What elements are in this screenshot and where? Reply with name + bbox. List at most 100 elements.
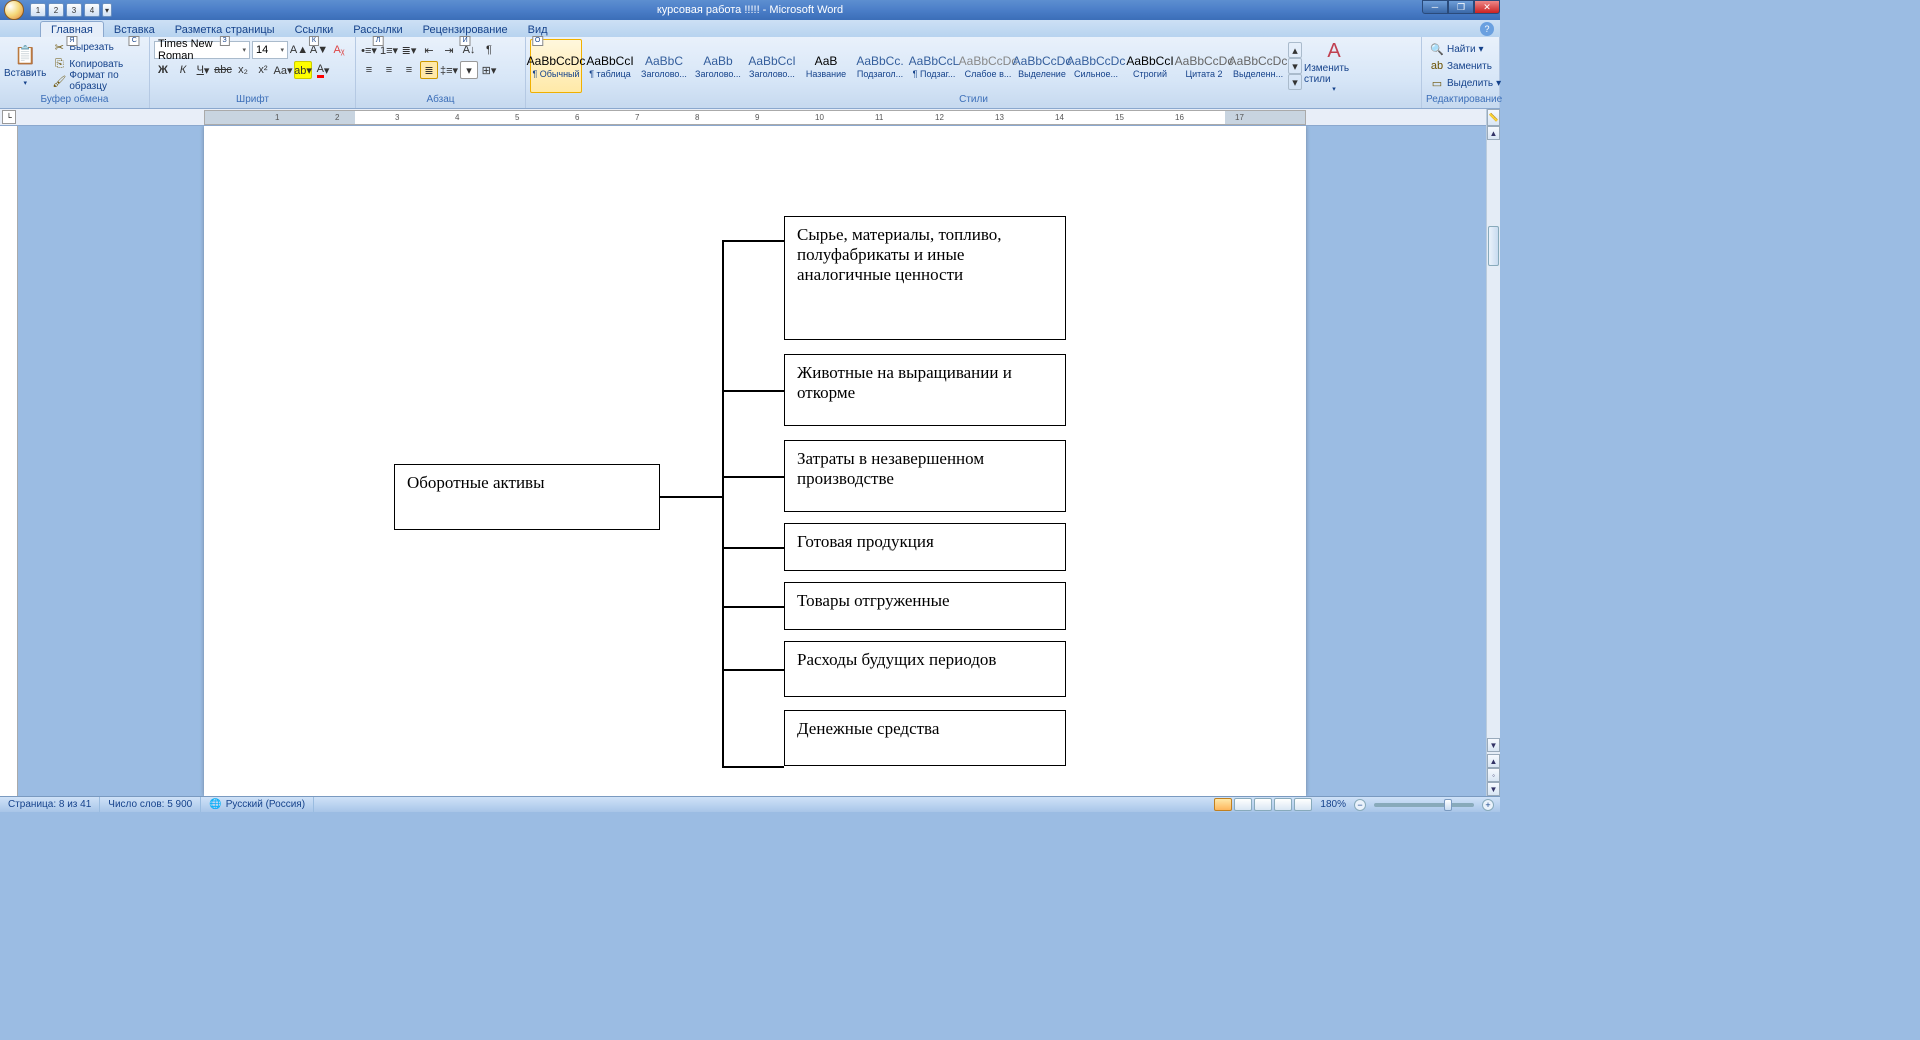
zoom-out-button[interactable]: − [1354, 799, 1366, 811]
tab-review[interactable]: РецензированиеИ [413, 22, 518, 37]
print-layout-view-button[interactable] [1214, 798, 1232, 811]
tab-references[interactable]: СсылкиК [285, 22, 344, 37]
font-size-combo[interactable]: 14▾ [252, 41, 288, 59]
strike-button[interactable]: abc [214, 61, 232, 79]
browse-object-button[interactable]: ◦ [1487, 768, 1500, 782]
find-button[interactable]: 🔍Найти▾ [1426, 41, 1488, 57]
superscript-button[interactable]: x² [254, 61, 272, 79]
highlight-button[interactable]: ab▾ [294, 61, 312, 79]
web-layout-view-button[interactable] [1254, 798, 1272, 811]
change-case-button[interactable]: Aa▾ [274, 61, 292, 79]
tab-mailings[interactable]: РассылкиЛ [343, 22, 412, 37]
tab-layout[interactable]: Разметка страницыЗ [165, 22, 285, 37]
bold-button[interactable]: Ж [154, 61, 172, 79]
align-right-button[interactable]: ≡ [400, 61, 418, 79]
align-left-button[interactable]: ≡ [360, 61, 378, 79]
style-item[interactable]: AaBbCcL¶ Подзаг... [908, 39, 960, 93]
page[interactable]: Оборотные активы Сырье, материалы, топли… [204, 126, 1306, 796]
qat-item[interactable]: 3 [66, 3, 82, 17]
style-item[interactable]: AaBbЗаголово... [692, 39, 744, 93]
clipboard-icon: 📋 [13, 44, 37, 68]
borders-button[interactable]: ⊞▾ [480, 61, 498, 79]
scroll-up-button[interactable]: ▲ [1487, 126, 1500, 140]
select-button[interactable]: ▭Выделить▾ [1426, 75, 1505, 91]
vertical-scrollbar[interactable]: 📏 ▲ ▼ ▲ ◦ ▼ [1486, 126, 1500, 796]
styles-scroll-up[interactable]: ▴ [1288, 42, 1302, 58]
change-styles-button[interactable]: AИзменить стили▾ [1304, 40, 1364, 92]
group-title: Буфер обмена [4, 93, 145, 106]
style-item[interactable]: AaBbCc.Подзагол... [854, 39, 906, 93]
qat-dropdown[interactable]: ▾ [102, 3, 112, 17]
style-item[interactable]: AaBbCcDc¶ Обычный [530, 39, 582, 93]
group-title: Редактирование [1426, 93, 1495, 106]
draft-view-button[interactable] [1294, 798, 1312, 811]
office-button[interactable] [4, 0, 24, 20]
next-page-button[interactable]: ▼ [1487, 782, 1500, 796]
qat-item[interactable]: 1 [30, 3, 46, 17]
style-item[interactable]: AaBbCcDcСлабое в... [962, 39, 1014, 93]
status-words[interactable]: Число слов: 5 900 [100, 797, 201, 812]
vertical-ruler[interactable] [0, 126, 18, 796]
restore-button[interactable]: ❐ [1448, 0, 1474, 14]
style-item[interactable]: AaBbCcDcВыделение [1016, 39, 1068, 93]
styles-more[interactable]: ▾ [1288, 74, 1302, 90]
clear-format-button[interactable]: Aᵪ [330, 41, 348, 59]
qat-item[interactable]: 2 [48, 3, 64, 17]
styles-scroll-down[interactable]: ▾ [1288, 58, 1302, 74]
tab-view[interactable]: ВидО [518, 22, 558, 37]
style-item[interactable]: AaBbCcDcВыделенн... [1232, 39, 1284, 93]
tab-insert[interactable]: ВставкаС [104, 22, 165, 37]
prev-page-button[interactable]: ▲ [1487, 754, 1500, 768]
minimize-button[interactable]: ─ [1422, 0, 1448, 14]
horizontal-ruler[interactable]: 1234567891011121314151617 [204, 110, 1306, 125]
style-item[interactable]: AaBbCcIСтрогий [1124, 39, 1176, 93]
scissors-icon: ✂ [52, 40, 66, 54]
zoom-level[interactable]: 180% [1314, 799, 1352, 810]
multilevel-button[interactable]: ≣▾ [400, 41, 418, 59]
justify-button[interactable]: ≣ [420, 61, 438, 79]
diagram-root-box: Оборотные активы [394, 464, 660, 530]
zoom-slider[interactable] [1374, 803, 1474, 807]
help-button[interactable]: ? [1480, 22, 1494, 36]
replace-button[interactable]: abЗаменить [1426, 58, 1496, 74]
style-item[interactable]: AaBbCЗаголово... [638, 39, 690, 93]
scroll-down-button[interactable]: ▼ [1487, 738, 1500, 752]
indent-inc-button[interactable]: ⇥ [440, 41, 458, 59]
status-page[interactable]: Страница: 8 из 41 [0, 797, 100, 812]
outline-view-button[interactable] [1274, 798, 1292, 811]
title-bar: 1 2 3 4 ▾ курсовая работа !!!!! - Micros… [0, 0, 1500, 20]
indent-dec-button[interactable]: ⇤ [420, 41, 438, 59]
status-language[interactable]: 🌐 Русский (Россия) [201, 797, 314, 812]
style-item[interactable]: AaBbCcDcЦитата 2 [1178, 39, 1230, 93]
ruler-toggle[interactable]: 📏 [1487, 109, 1500, 126]
subscript-button[interactable]: x₂ [234, 61, 252, 79]
style-item[interactable]: AaBbCcI¶ таблица [584, 39, 636, 93]
italic-button[interactable]: К [174, 61, 192, 79]
style-item[interactable]: АаВНазвание [800, 39, 852, 93]
underline-button[interactable]: Ч▾ [194, 61, 212, 79]
grow-font-button[interactable]: A▲ [290, 41, 308, 59]
cursor-icon: ▭ [1430, 76, 1444, 90]
style-item[interactable]: AaBbCcDcСильное... [1070, 39, 1122, 93]
close-button[interactable]: ✕ [1474, 0, 1500, 14]
horizontal-ruler-bar: └ 1234567891011121314151617 [0, 109, 1500, 126]
tab-selector[interactable]: └ [2, 110, 16, 124]
diagram-item-box: Расходы будущих периодов [784, 641, 1066, 697]
quick-access-toolbar: 1 2 3 4 ▾ [30, 3, 112, 17]
line-spacing-button[interactable]: ‡≡▾ [440, 61, 458, 79]
style-item[interactable]: AaBbCcIЗаголово... [746, 39, 798, 93]
paste-button[interactable]: 📋 Вставить▾ [4, 39, 46, 91]
font-name-combo[interactable]: Times New Roman▾ [154, 41, 250, 59]
full-screen-view-button[interactable] [1234, 798, 1252, 811]
scroll-thumb[interactable] [1488, 226, 1499, 266]
ribbon-tabs: ГлавнаяЯ ВставкаС Разметка страницыЗ Ссы… [0, 20, 1500, 37]
shading-button[interactable]: ▾ [460, 61, 478, 79]
show-marks-button[interactable]: ¶ [480, 41, 498, 59]
tab-home[interactable]: ГлавнаяЯ [40, 21, 104, 37]
align-center-button[interactable]: ≡ [380, 61, 398, 79]
window-title: курсовая работа !!!!! - Microsoft Word [657, 4, 843, 16]
format-painter-button[interactable]: 🖌Формат по образцу [48, 73, 145, 89]
zoom-in-button[interactable]: + [1482, 799, 1494, 811]
qat-item[interactable]: 4 [84, 3, 100, 17]
font-color-button[interactable]: A▾ [314, 61, 332, 79]
